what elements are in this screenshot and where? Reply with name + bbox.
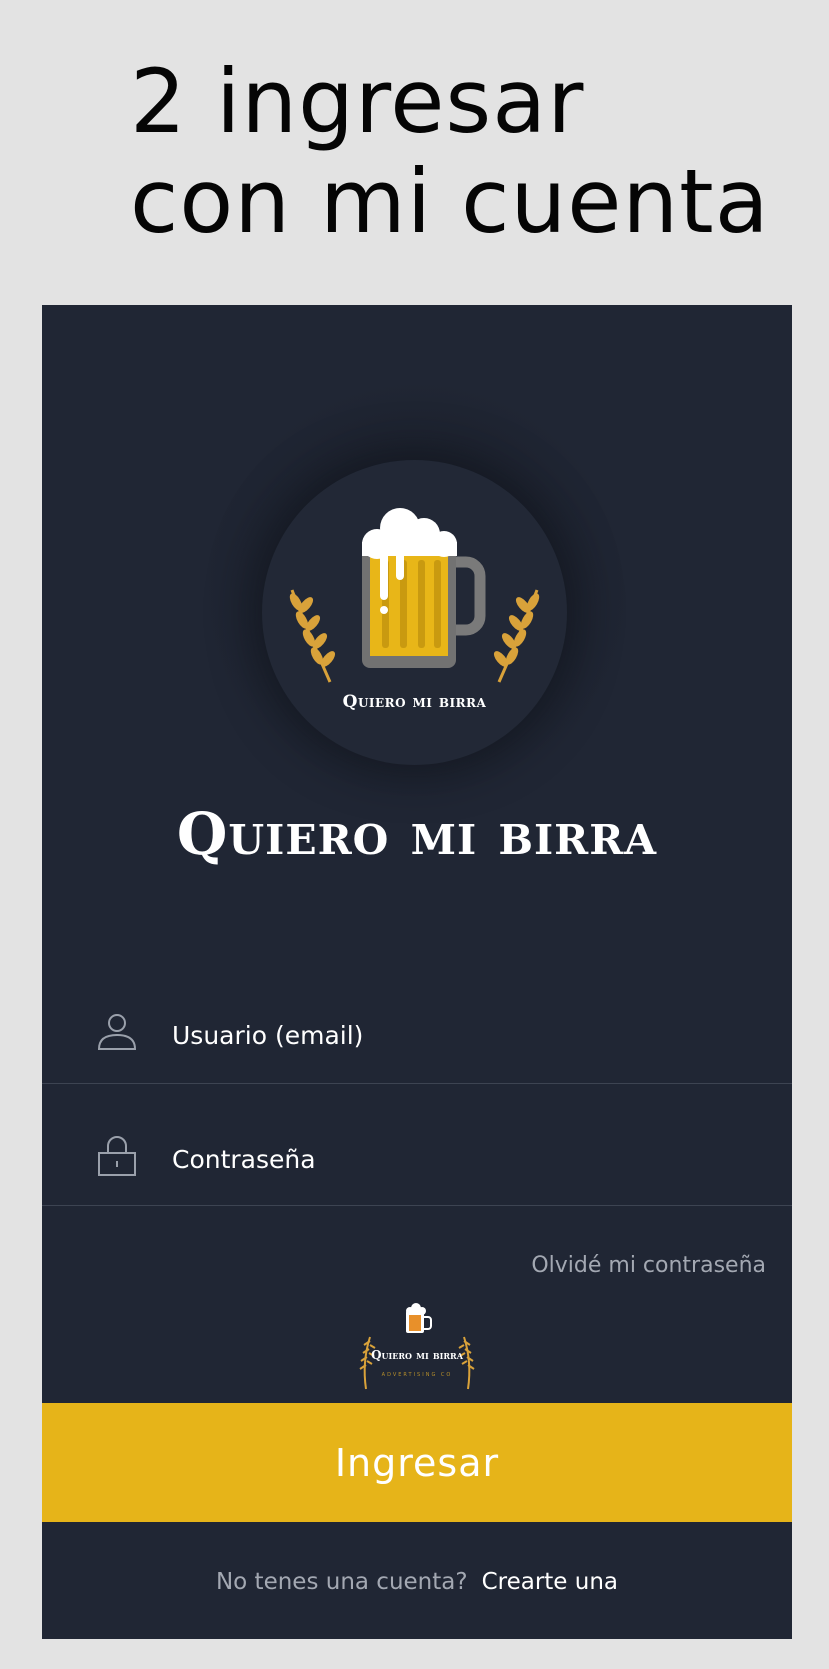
heading-line-2: con mi cuenta (130, 150, 770, 253)
wheat-icon (359, 1336, 475, 1390)
footer-logo-name: Quiero mi birra (371, 1348, 463, 1362)
app-logo: Quiero mi birra (262, 460, 567, 765)
signup-row: No tenes una cuenta? Crearte una (42, 1569, 792, 1595)
login-button[interactable]: Ingresar (42, 1403, 792, 1522)
password-field[interactable]: Contraseña (42, 1084, 792, 1206)
footer-logo: Quiero mi birra ADVERTISING CO (342, 1297, 492, 1397)
heading-line-1: 2 ingresar (130, 50, 585, 153)
signup-link[interactable]: Crearte una (482, 1569, 618, 1595)
username-placeholder: Usuario (email) (172, 1021, 364, 1050)
user-icon (97, 1014, 137, 1050)
username-field[interactable]: Usuario (email) (42, 962, 792, 1084)
beer-mug-icon (289, 508, 540, 683)
page-heading: 2 ingresar con mi cuenta (130, 52, 820, 252)
wheat-icon (289, 589, 336, 683)
lock-icon (98, 1136, 136, 1176)
wheat-icon (493, 589, 540, 683)
brand-title: Quiero mi birra (176, 800, 658, 868)
footer-logo-tagline: ADVERTISING CO (381, 1372, 453, 1378)
forgot-password-link[interactable]: Olvidé mi contraseña (531, 1253, 766, 1278)
logo-caption: Quiero mi birra (342, 692, 487, 712)
login-screen: Quiero mi birra Quiero mi birra Olvidé m… (42, 305, 792, 1639)
signup-question: No tenes una cuenta? (215, 1569, 468, 1595)
beer-mug-icon (359, 1303, 475, 1390)
password-placeholder: Contraseña (172, 1145, 316, 1174)
